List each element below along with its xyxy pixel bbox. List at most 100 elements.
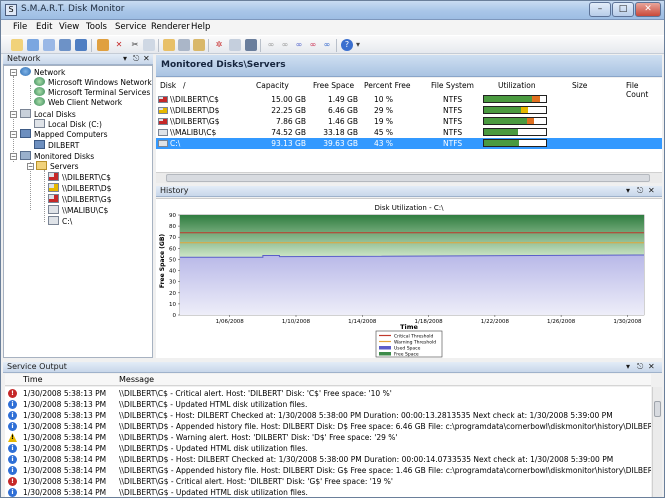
tree-server-c[interactable]: C:\ — [48, 216, 72, 226]
tree-microsoft-windows-network[interactable]: Microsoft Windows Network — [34, 77, 152, 87]
history-pane-header: History ▾ ⎋ ✕ — [156, 186, 662, 197]
menu-file[interactable]: File — [13, 22, 27, 32]
menu-renderer[interactable]: Renderer — [151, 22, 190, 32]
menu-service[interactable]: Service — [115, 22, 146, 32]
col-percent-free[interactable]: Percent Free — [364, 81, 411, 90]
col-time[interactable]: Time — [23, 374, 43, 386]
col-disk[interactable]: Disk — [160, 81, 176, 90]
list-item[interactable]: i 1/30/2008 5:38:13 PM \\DILBERT\C$ - Host… — [5, 410, 651, 421]
y-tick-label: 80 — [169, 224, 176, 230]
expand-monitored-disks[interactable]: − — [10, 153, 17, 160]
link-icon[interactable]: ∞ — [265, 39, 277, 51]
list-item[interactable]: i 1/30/2008 5:38:14 PM \\DILBERT\D$ - Upda… — [5, 443, 651, 454]
link2-icon[interactable]: ∞ — [279, 39, 291, 51]
close-button[interactable]: ✕ — [635, 2, 661, 17]
cell-percent-free: 10 % — [374, 95, 394, 104]
properties-icon[interactable] — [97, 39, 109, 51]
pane-dropdown-icon[interactable]: ▾ — [626, 186, 630, 196]
menu-view[interactable]: View — [59, 22, 79, 32]
tree-server-dilbert-c[interactable]: \\DILBERT\C$ — [48, 172, 111, 182]
pane-pin-icon[interactable]: ⎋ — [133, 54, 139, 64]
tree-server-malibu-c[interactable]: \\MALIBU\C$ — [48, 205, 108, 215]
list-item[interactable]: ! 1/30/2008 5:38:13 PM \\DILBERT\C$ - Crit… — [5, 388, 651, 399]
list-item[interactable]: i 1/30/2008 5:38:14 PM \\DILBERT\D$ - Appe… — [5, 421, 651, 432]
log-message: \\DILBERT\D$ - Host: DILBERT Checked at:… — [119, 455, 614, 464]
tree-local-disk-c[interactable]: Local Disk (C:) — [34, 119, 102, 129]
tree-web-client-network[interactable]: Web Client Network — [34, 97, 122, 107]
table-row[interactable]: C:\ 93.13 GB 39.63 GB 43 % NTFS — [156, 138, 662, 149]
service-output-vertical-scrollbar[interactable] — [652, 387, 662, 497]
list-item[interactable]: i 1/30/2008 5:38:14 PM \\DILBERT\G$ - Upda… — [5, 487, 651, 497]
tree-dilbert[interactable]: DILBERT — [34, 140, 79, 150]
pane-dropdown-icon[interactable]: ▾ — [123, 54, 127, 64]
col-message[interactable]: Message — [119, 374, 154, 386]
tree-local-disks[interactable]: Local Disks — [20, 109, 76, 119]
chart-y-axis-label: Free Space (GB) — [159, 234, 166, 289]
pane-close-icon[interactable]: ✕ — [143, 54, 150, 64]
paste-icon[interactable] — [163, 39, 175, 51]
minimize-button[interactable]: – — [589, 2, 611, 17]
col-free-space[interactable]: Free Space — [313, 81, 354, 90]
table-row[interactable]: \\DILBERT\G$ 7.86 GB 1.46 GB 19 % NTFS — [156, 116, 662, 127]
list-item[interactable]: ! 1/30/2008 5:38:14 PM \\DILBERT\G$ - Crit… — [5, 476, 651, 487]
list-item[interactable]: i 1/30/2008 5:38:14 PM \\DILBERT\G$ - Appe… — [5, 465, 651, 476]
y-tick-label: 10 — [169, 302, 176, 308]
pane-dropdown-icon[interactable]: ▾ — [626, 362, 630, 372]
col-file-system[interactable]: File System — [431, 81, 474, 90]
expand-servers[interactable]: − — [27, 163, 34, 170]
link4-icon[interactable]: ∞ — [307, 39, 319, 51]
pane-pin-icon[interactable]: ⎋ — [637, 362, 643, 372]
list-item[interactable]: i 1/30/2008 5:38:14 PM \\DILBERT\D$ - Host… — [5, 454, 651, 465]
link3-icon[interactable]: ∞ — [293, 39, 305, 51]
expand-network[interactable]: − — [10, 69, 17, 76]
menu-help[interactable]: Help — [191, 22, 210, 32]
list-item[interactable]: ! 1/30/2008 5:38:14 PM \\DILBERT\D$ - Warn… — [5, 432, 651, 443]
toolbar-overflow-icon[interactable]: ▾ — [355, 39, 361, 51]
scrollbar-thumb[interactable] — [654, 401, 661, 417]
report-icon[interactable] — [193, 39, 205, 51]
tree-monitored-disks[interactable]: Monitored Disks — [20, 151, 94, 161]
pane-close-icon[interactable]: ✕ — [648, 362, 655, 372]
info-icon: i — [8, 422, 17, 431]
export-icon[interactable] — [229, 39, 241, 51]
open-icon[interactable] — [27, 39, 39, 51]
save-icon[interactable] — [75, 39, 87, 51]
scrollbar-thumb[interactable] — [166, 174, 650, 182]
app-icon: S — [5, 4, 17, 16]
monitored-disks-title: Monitored Disks\Servers — [156, 55, 662, 77]
col-capacity[interactable]: Capacity — [256, 81, 289, 90]
tree-server-dilbert-d[interactable]: \\DILBERT\D$ — [48, 183, 111, 193]
list-item[interactable]: i 1/30/2008 5:38:13 PM \\DILBERT\C$ - Upda… — [5, 399, 651, 410]
menu-tools[interactable]: Tools — [86, 22, 107, 32]
copy-icon[interactable] — [143, 39, 155, 51]
expand-mapped-computers[interactable]: − — [10, 131, 17, 138]
menu-edit[interactable]: Edit — [36, 22, 52, 32]
table-row[interactable]: \\DILBERT\D$ 22.25 GB 6.46 GB 29 % NTFS — [156, 105, 662, 116]
pane-pin-icon[interactable]: ⎋ — [637, 186, 643, 196]
maximize-button[interactable]: □ — [612, 2, 634, 17]
tools-icon[interactable]: ✲ — [213, 39, 225, 51]
link5-icon[interactable]: ∞ — [321, 39, 333, 51]
tree-server-dilbert-g[interactable]: \\DILBERT\G$ — [48, 194, 111, 204]
cell-disk: C:\ — [170, 139, 181, 148]
tree-mapped-computers[interactable]: Mapped Computers — [20, 129, 108, 139]
table-row[interactable]: \\DILBERT\C$ 15.00 GB 1.49 GB 10 % NTFS — [156, 94, 662, 105]
pane-close-icon[interactable]: ✕ — [648, 186, 655, 196]
monitored-horizontal-scrollbar[interactable] — [156, 172, 662, 183]
new-icon[interactable] — [11, 39, 23, 51]
run-icon[interactable] — [245, 39, 257, 51]
computer-icon[interactable] — [59, 39, 71, 51]
col-size[interactable]: Size — [572, 81, 587, 90]
print-icon[interactable] — [178, 39, 190, 51]
tree-servers[interactable]: Servers — [36, 161, 79, 171]
tree-network[interactable]: Network — [20, 67, 65, 77]
help-icon[interactable]: ? — [341, 39, 353, 51]
col-utilization[interactable]: Utilization — [498, 81, 536, 90]
expand-local-disks[interactable]: − — [10, 111, 17, 118]
warning-icon: ! — [8, 433, 17, 442]
add-disk-icon[interactable] — [43, 39, 55, 51]
cut-icon[interactable]: ✂ — [129, 39, 141, 51]
table-row[interactable]: \\MALIBU\C$ 74.52 GB 33.18 GB 45 % NTFS — [156, 127, 662, 138]
tree-microsoft-terminal-services[interactable]: Microsoft Terminal Services — [34, 87, 150, 97]
delete-icon[interactable]: ✕ — [113, 39, 125, 51]
